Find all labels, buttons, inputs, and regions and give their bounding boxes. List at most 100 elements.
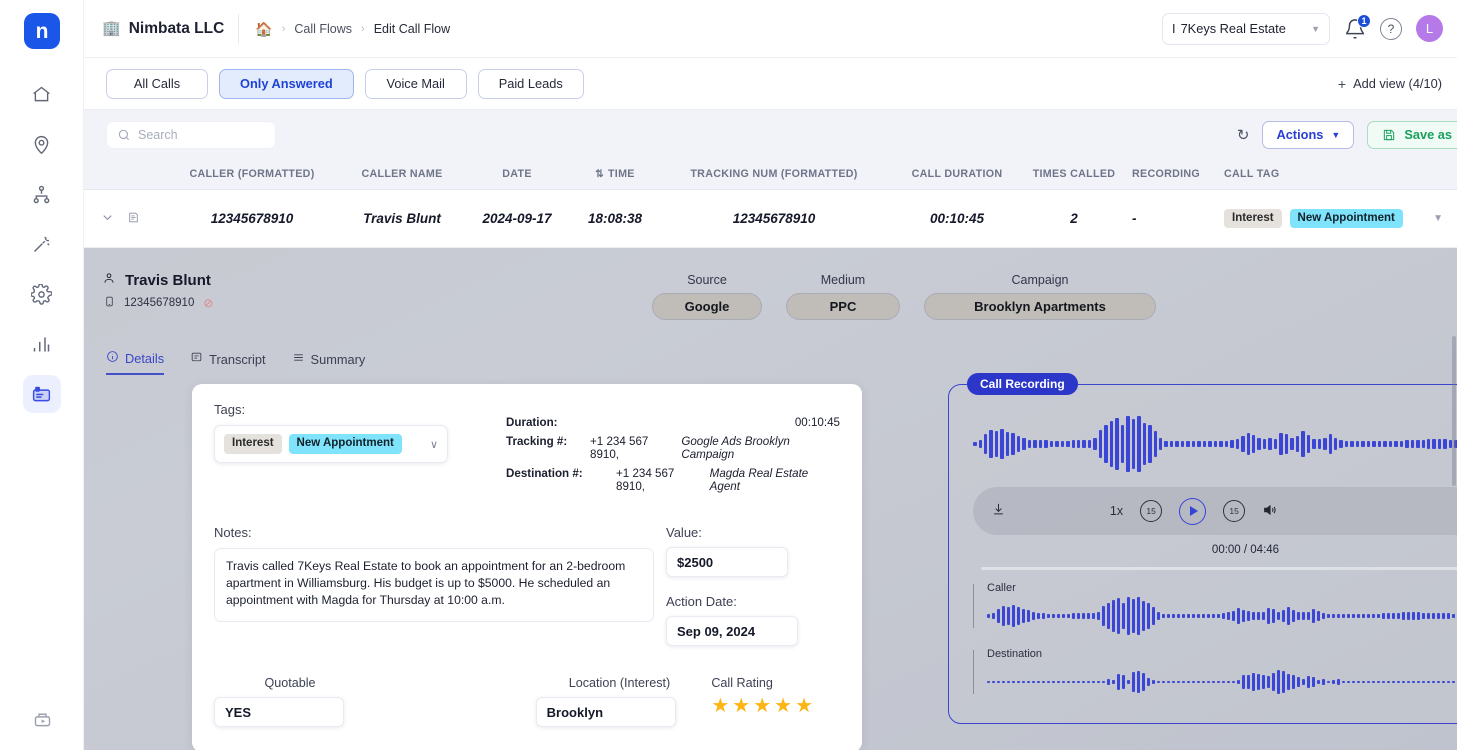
sidebar-item-analytics[interactable] bbox=[23, 325, 61, 363]
main-waveform[interactable] bbox=[973, 413, 1457, 475]
vertical-scrollbar[interactable] bbox=[1451, 248, 1457, 750]
waveform-bar bbox=[1442, 613, 1445, 619]
th-tracking-num[interactable]: TRACKING NUM (FORMATTED) bbox=[658, 168, 890, 180]
block-icon[interactable]: ⊘ bbox=[203, 296, 213, 310]
waveform-bar bbox=[1208, 441, 1212, 447]
notifications-button[interactable]: 1 bbox=[1344, 13, 1371, 40]
waveform-bar bbox=[1417, 612, 1420, 620]
row-controls bbox=[84, 210, 162, 228]
view-tab-paid-leads[interactable]: Paid Leads bbox=[477, 68, 584, 99]
tab-transcript[interactable]: Transcript bbox=[190, 350, 266, 375]
waveform-bar bbox=[1222, 681, 1225, 683]
star-icon[interactable]: ★ bbox=[711, 696, 729, 716]
toolbar-actions: ↻ Actions ▼ Save as bbox=[1237, 120, 1457, 149]
th-caller-formatted[interactable]: CALLER (FORMATTED) bbox=[162, 168, 342, 180]
tags-label: Tags: bbox=[214, 402, 246, 417]
sidebar-item-home[interactable] bbox=[23, 75, 61, 113]
waveform-bar bbox=[1312, 438, 1316, 450]
attribute-source-label: Source bbox=[687, 273, 727, 287]
th-time[interactable]: ⇅ TIME bbox=[572, 168, 658, 180]
notes-textarea[interactable]: Travis called 7Keys Real Estate to book … bbox=[214, 548, 654, 622]
waveform-bar bbox=[1037, 681, 1040, 683]
transcript-icon bbox=[190, 351, 203, 367]
th-call-tag[interactable]: CALL TAG bbox=[1220, 168, 1457, 180]
location-input[interactable]: Brooklyn bbox=[535, 697, 676, 727]
action-date-input[interactable]: Sep 09, 2024 bbox=[666, 616, 798, 646]
waveform-bar bbox=[1268, 438, 1272, 450]
track-caller-axis bbox=[973, 584, 974, 628]
card-tag-interest[interactable]: Interest bbox=[224, 434, 282, 454]
th-recording[interactable]: RECORDING bbox=[1124, 168, 1220, 180]
view-tab-voice-mail[interactable]: Voice Mail bbox=[364, 68, 467, 99]
attribute-campaign-label: Campaign bbox=[1011, 273, 1069, 287]
refresh-icon[interactable]: ↻ bbox=[1237, 126, 1250, 144]
waveform-bar bbox=[1169, 441, 1174, 447]
waveform-bar bbox=[1399, 440, 1404, 448]
waveform-bar bbox=[1427, 612, 1430, 620]
view-tab-only-answered[interactable]: Only Answered bbox=[219, 68, 354, 99]
chevron-down-icon[interactable]: ∨ bbox=[430, 438, 438, 451]
account-select[interactable]: I 7Keys Real Estate ▼ bbox=[1162, 12, 1330, 45]
waveform-bar bbox=[1027, 681, 1030, 683]
forward-15-button[interactable]: 15 bbox=[1223, 500, 1246, 522]
waveform-bar bbox=[1377, 681, 1380, 683]
star-icon[interactable]: ★ bbox=[795, 696, 813, 716]
tab-summary[interactable]: Summary bbox=[292, 350, 365, 375]
tab-details[interactable]: Details bbox=[106, 350, 165, 375]
notes-icon[interactable] bbox=[127, 211, 140, 227]
waveform-bar bbox=[1427, 681, 1430, 683]
waveform-bar bbox=[1187, 681, 1190, 683]
row-menu-caret-icon[interactable]: ▼ bbox=[1433, 213, 1443, 224]
card-row-quotable-location-rating: Quotable YES Location (Interest) Brookly… bbox=[214, 676, 840, 727]
star-icon[interactable]: ★ bbox=[753, 696, 771, 716]
sidebar-item-media[interactable] bbox=[23, 700, 61, 738]
waveform-bar bbox=[1246, 432, 1250, 456]
th-date[interactable]: DATE bbox=[462, 168, 572, 180]
waveform-bar bbox=[1342, 613, 1345, 619]
card-tag-new-appointment[interactable]: New Appointment bbox=[288, 434, 402, 454]
tag-new-appointment[interactable]: New Appointment bbox=[1289, 208, 1403, 229]
save-as-button[interactable]: Save as bbox=[1367, 120, 1457, 149]
th-caller-name[interactable]: CALLER NAME bbox=[342, 168, 462, 180]
sidebar-item-settings[interactable] bbox=[23, 275, 61, 313]
th-call-duration[interactable]: CALL DURATION bbox=[890, 168, 1024, 180]
view-tab-all-calls[interactable]: All Calls bbox=[106, 68, 208, 99]
expand-chevron-icon[interactable] bbox=[100, 210, 115, 228]
rewind-15-button[interactable]: 15 bbox=[1140, 500, 1163, 522]
tags-field[interactable]: Interest New Appointment ∨ bbox=[214, 425, 448, 463]
star-icon[interactable]: ★ bbox=[732, 696, 750, 716]
th-times-called[interactable]: TIMES CALLED bbox=[1024, 168, 1124, 180]
actions-button[interactable]: Actions ▼ bbox=[1262, 120, 1355, 149]
play-button[interactable] bbox=[1179, 497, 1207, 525]
tag-interest[interactable]: Interest bbox=[1224, 208, 1282, 229]
table-row[interactable]: 12345678910 Travis Blunt 2024-09-17 18:0… bbox=[84, 190, 1457, 248]
sidebar-item-calls[interactable] bbox=[22, 375, 61, 413]
search-box[interactable] bbox=[106, 120, 276, 149]
volume-icon[interactable] bbox=[1262, 502, 1278, 521]
sidebar-item-location[interactable] bbox=[23, 125, 61, 163]
app-root: n 🏢 Nimbata LLC 🏠 › Call Flows › Edit Ca… bbox=[0, 0, 1457, 750]
waveform-bar bbox=[1016, 435, 1021, 453]
help-button[interactable]: ? bbox=[1380, 17, 1402, 40]
star-icon[interactable]: ★ bbox=[774, 696, 792, 716]
playback-speed-button[interactable]: 1x bbox=[1110, 504, 1123, 518]
waveform-bar bbox=[1437, 438, 1442, 450]
download-icon[interactable] bbox=[991, 502, 1006, 521]
add-view-button[interactable]: + Add view (4/10) bbox=[1338, 76, 1447, 92]
avatar[interactable]: L bbox=[1416, 15, 1443, 42]
waveform-bar bbox=[1347, 681, 1350, 683]
breadcrumb-call-flows[interactable]: Call Flows bbox=[294, 22, 352, 36]
home-icon[interactable]: 🏠 bbox=[255, 22, 272, 36]
quotable-input[interactable]: YES bbox=[214, 697, 344, 727]
sidebar-item-flows[interactable] bbox=[23, 175, 61, 213]
waveform-bar bbox=[1097, 681, 1100, 683]
sidebar-item-magic[interactable] bbox=[23, 225, 61, 263]
scrollbar-thumb[interactable] bbox=[1452, 336, 1456, 486]
app-logo[interactable]: n bbox=[23, 13, 60, 49]
waveform-bar bbox=[1252, 612, 1255, 620]
waveform-bar bbox=[1107, 602, 1110, 630]
value-input[interactable]: $2500 bbox=[666, 547, 788, 577]
player-progress-bar[interactable] bbox=[981, 567, 1457, 570]
search-input[interactable] bbox=[138, 127, 265, 142]
call-rating-stars[interactable]: ★ ★ ★ ★ ★ bbox=[711, 696, 840, 716]
